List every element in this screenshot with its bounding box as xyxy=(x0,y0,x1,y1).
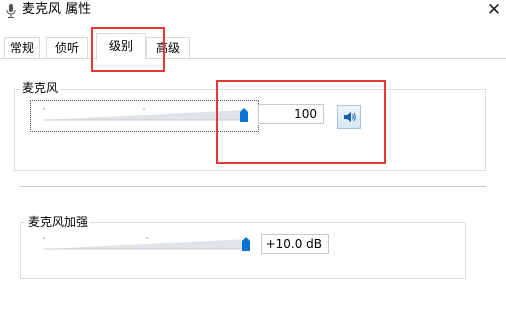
window-title: 麦克风 属性 xyxy=(22,2,92,17)
microphone-boost-slider[interactable] xyxy=(40,235,256,255)
tab-general[interactable]: 常规 xyxy=(4,37,40,58)
tab-levels[interactable]: 级别 xyxy=(96,33,146,60)
tab-label: 常规 xyxy=(9,41,34,55)
microphone-boost-legend: 麦克风加强 xyxy=(26,215,91,229)
tab-listen[interactable]: 侦听 xyxy=(46,37,88,58)
level-controls-highlight xyxy=(216,80,386,164)
microphone-boost-value[interactable]: +10.0 dB xyxy=(261,234,329,254)
microphone-icon xyxy=(6,4,16,18)
title-bar: 麦克风 属性 ✕ xyxy=(0,0,506,22)
tab-label: 侦听 xyxy=(54,41,79,55)
microphone-legend: 麦克风 xyxy=(20,81,61,95)
tab-strip: 常规 侦听 级别 高级 xyxy=(0,33,506,60)
tab-label: 级别 xyxy=(108,39,133,53)
close-icon[interactable]: ✕ xyxy=(482,0,506,22)
separator xyxy=(20,186,486,187)
